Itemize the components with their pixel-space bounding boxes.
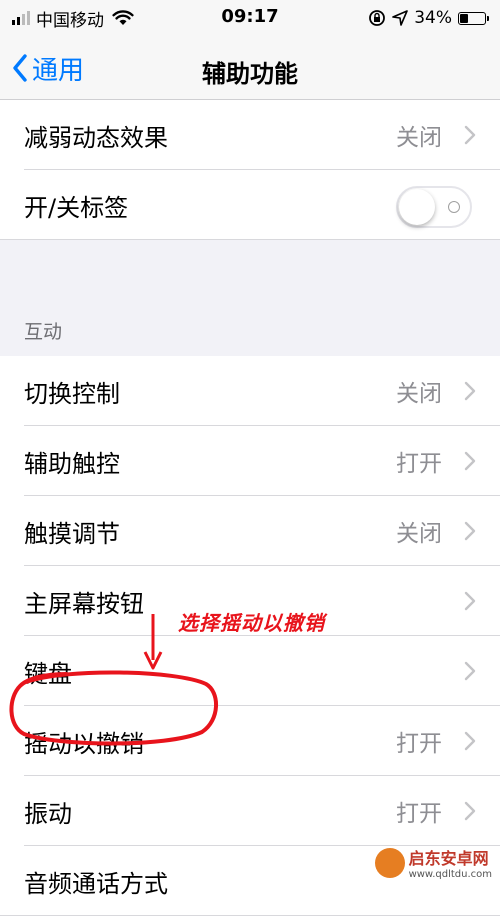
chevron-right-icon bbox=[464, 381, 476, 401]
section-header-interaction: 互动 bbox=[0, 300, 500, 356]
location-icon bbox=[392, 10, 409, 26]
section-header-label: 互动 bbox=[24, 321, 63, 343]
watermark-url: www.qdltdu.com bbox=[408, 869, 492, 880]
chevron-right-icon bbox=[464, 521, 476, 541]
row-label: 振动 bbox=[24, 799, 72, 828]
row-label: 切换控制 bbox=[24, 379, 120, 408]
row-label: 主屏幕按钮 bbox=[24, 589, 144, 618]
row-value: 打开 bbox=[396, 731, 442, 757]
row-label: 开/关标签 bbox=[24, 193, 129, 222]
chevron-right-icon bbox=[464, 451, 476, 471]
watermark-name: 启东安卓网 bbox=[408, 849, 489, 868]
row-switch-control[interactable]: 切换控制 关闭 bbox=[0, 356, 500, 426]
settings-list: 减弱动态效果 关闭 开/关标签 互动 切换控制 关闭 辅助触控 打开 触摸调节 … bbox=[0, 100, 500, 916]
rotation-lock-icon bbox=[369, 10, 386, 26]
row-label: 减弱动态效果 bbox=[24, 123, 168, 152]
toggle-knob bbox=[399, 189, 435, 225]
row-value: 关闭 bbox=[396, 125, 442, 151]
battery-percent: 34% bbox=[414, 8, 452, 28]
row-value: 打开 bbox=[396, 801, 442, 827]
watermark-text: 启东安卓网 www.qdltdu.com bbox=[409, 845, 492, 880]
row-vibration[interactable]: 振动 打开 bbox=[0, 776, 500, 846]
annotation-arrow-icon bbox=[143, 614, 163, 670]
chevron-right-icon bbox=[464, 801, 476, 821]
row-on-off-labels: 开/关标签 bbox=[0, 170, 500, 240]
page-title: 辅助功能 bbox=[202, 60, 298, 88]
battery-fill bbox=[460, 13, 468, 23]
row-value: 关闭 bbox=[396, 381, 442, 407]
row-touch-accommodations[interactable]: 触摸调节 关闭 bbox=[0, 496, 500, 566]
row-value: 关闭 bbox=[396, 521, 442, 547]
section-gap bbox=[0, 240, 500, 300]
watermark: 启东安卓网 www.qdltdu.com bbox=[374, 845, 492, 880]
annotation-circle-highlight bbox=[9, 670, 219, 746]
watermark-logo-icon bbox=[374, 847, 405, 878]
chevron-right-icon bbox=[464, 591, 476, 611]
chevron-right-icon bbox=[464, 125, 476, 145]
toggle-off-circle-icon bbox=[448, 201, 460, 213]
row-assistive-touch[interactable]: 辅助触控 打开 bbox=[0, 426, 500, 496]
row-value: 打开 bbox=[396, 451, 442, 477]
chevron-right-icon bbox=[464, 731, 476, 751]
navigation-bar: 通用 辅助功能 bbox=[0, 36, 500, 100]
battery-icon bbox=[458, 11, 489, 25]
row-reduce-motion[interactable]: 减弱动态效果 关闭 bbox=[0, 100, 500, 170]
row-label: 触摸调节 bbox=[24, 519, 120, 548]
annotation-text: 选择摇动以撤销 bbox=[178, 611, 325, 635]
row-label: 辅助触控 bbox=[24, 449, 120, 478]
row-label: 音频通话方式 bbox=[24, 869, 168, 898]
chevron-right-icon bbox=[464, 661, 476, 681]
on-off-labels-toggle[interactable] bbox=[396, 186, 472, 228]
status-bar: 中国移动 09:17 34% bbox=[0, 0, 500, 36]
status-right: 34% bbox=[368, 6, 489, 30]
